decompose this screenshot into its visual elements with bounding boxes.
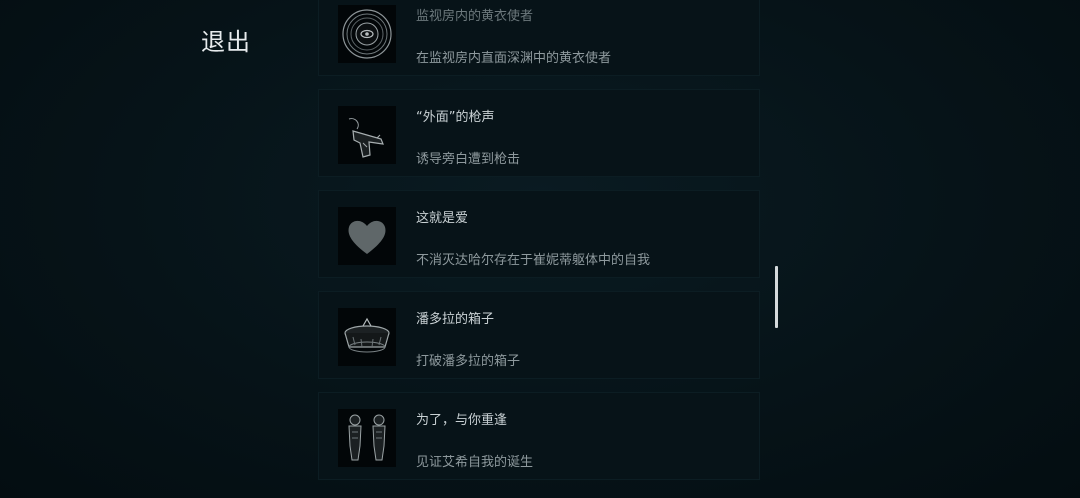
achievement-list[interactable]: 监视房内的黄衣使者 在监视房内直面深渊中的黄衣使者 “外面”的枪声 诱导旁白遭到… bbox=[318, 0, 760, 493]
achievement-desc: 诱导旁白遭到枪击 bbox=[416, 152, 521, 167]
scrollbar-thumb[interactable] bbox=[775, 266, 778, 328]
achievements-screen: 退出 监视房内的黄衣使者 在监视房内直面深渊中的黄衣使者 “外面”的枪声 诱导旁… bbox=[0, 0, 1080, 498]
achievement-card-watcher[interactable]: 监视房内的黄衣使者 在监视房内直面深渊中的黄衣使者 bbox=[318, 0, 760, 76]
achievement-title: 监视房内的黄衣使者 bbox=[416, 9, 534, 24]
achievement-desc: 不消灭达哈尔存在于崔妮蒂躯体中的自我 bbox=[416, 253, 651, 268]
achievement-desc: 见证艾希自我的诞生 bbox=[416, 455, 534, 470]
watcher-eye-icon bbox=[338, 5, 396, 63]
achievement-title: 这就是爱 bbox=[416, 211, 469, 226]
achievement-card-reunion[interactable]: 为了，与你重逢 见证艾希自我的诞生 bbox=[318, 392, 760, 480]
heart-icon bbox=[338, 207, 396, 265]
exit-button[interactable]: 退出 bbox=[201, 22, 251, 57]
achievement-title: “外面”的枪声 bbox=[416, 110, 495, 125]
pistol-icon bbox=[338, 106, 396, 164]
achievement-title: 为了，与你重逢 bbox=[416, 413, 508, 428]
achievement-desc: 打破潘多拉的箱子 bbox=[416, 354, 521, 369]
achievement-card-gunshot[interactable]: “外面”的枪声 诱导旁白遭到枪击 bbox=[318, 89, 760, 177]
pandora-box-icon bbox=[338, 308, 396, 366]
achievement-card-love[interactable]: 这就是爱 不消灭达哈尔存在于崔妮蒂躯体中的自我 bbox=[318, 190, 760, 278]
achievement-card-pandora[interactable]: 潘多拉的箱子 打破潘多拉的箱子 bbox=[318, 291, 760, 379]
twin-figures-icon bbox=[338, 409, 396, 467]
achievement-desc: 在监视房内直面深渊中的黄衣使者 bbox=[416, 51, 612, 66]
achievement-title: 潘多拉的箱子 bbox=[416, 312, 495, 327]
